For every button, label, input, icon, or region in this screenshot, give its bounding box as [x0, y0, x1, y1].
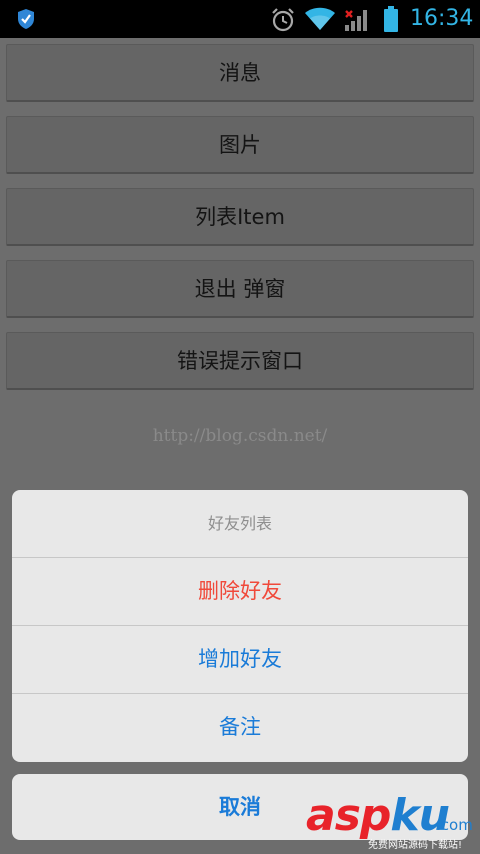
shield-icon	[16, 8, 36, 34]
list-item-button[interactable]: 列表Item	[6, 188, 474, 246]
status-bar: 16:34	[0, 0, 480, 38]
watermark-url: http://blog.csdn.net/	[152, 426, 328, 446]
message-button[interactable]: 消息	[6, 44, 474, 102]
status-clock: 16:34	[410, 6, 474, 31]
alarm-icon	[270, 7, 296, 37]
aspku-logo: aspku .com 免费网站源码下载站!	[306, 790, 480, 854]
signal-no-data-icon	[341, 5, 371, 37]
logo-wordmark: aspku	[306, 790, 450, 841]
action-sheet-title: 好友列表	[207, 514, 272, 533]
exit-popup-button[interactable]: 退出 弹窗	[6, 260, 474, 318]
battery-icon	[383, 6, 399, 36]
action-sheet: 好友列表 删除好友 增加好友 备注	[12, 490, 468, 762]
image-button[interactable]: 图片	[6, 116, 474, 174]
logo-slogan: 免费网站源码下载站!	[368, 840, 463, 851]
remark-item[interactable]: 备注	[12, 693, 468, 760]
logo-asp: asp	[306, 790, 391, 841]
error-dialog-button[interactable]: 错误提示窗口	[6, 332, 474, 390]
delete-friend-item[interactable]: 删除好友	[12, 557, 468, 624]
logo-dotcom: .com	[436, 816, 473, 834]
add-friend-item[interactable]: 增加好友	[12, 625, 468, 692]
wifi-icon	[304, 6, 336, 36]
